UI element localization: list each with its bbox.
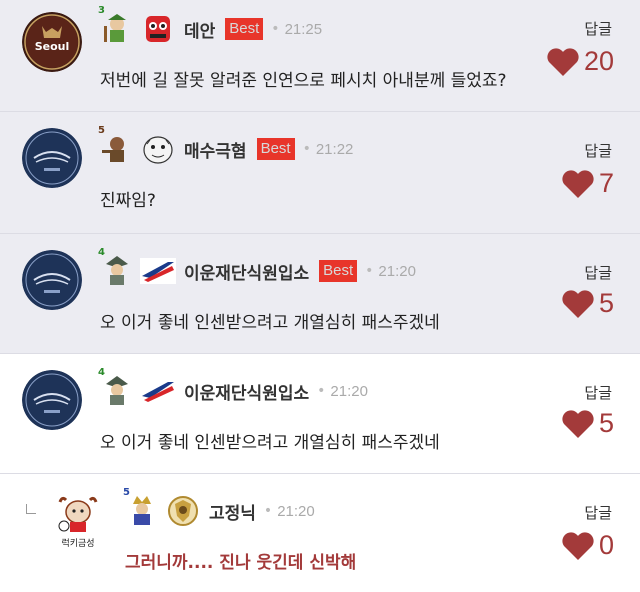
timestamp: 21:25 bbox=[284, 20, 323, 38]
like-count: 7 bbox=[598, 168, 614, 198]
heart-icon bbox=[562, 409, 594, 438]
team-emblem-icon bbox=[138, 132, 178, 166]
reply-button[interactable]: 답글 bbox=[584, 18, 612, 39]
timestamp: 21:20 bbox=[277, 502, 315, 520]
heart-icon bbox=[562, 289, 594, 318]
level-icon: 3 bbox=[98, 6, 134, 46]
avatar[interactable]: 럭키금성 bbox=[50, 494, 106, 550]
level-icon: 5 bbox=[123, 488, 159, 528]
reply-item: 럭키금성 5 고정닉 • 21:20 그러니까.... 진나 웃긴데 신박해 답… bbox=[0, 474, 640, 592]
comment-item: 4 이운재단식원입소 Best • 21:20 오 이거 좋네 인센받으려고 개… bbox=[0, 234, 640, 354]
nickname[interactable]: 데안 bbox=[184, 17, 215, 42]
avatar[interactable]: Seoul bbox=[22, 12, 82, 72]
separator-dot: • bbox=[271, 21, 280, 37]
reply-indicator-icon bbox=[26, 504, 36, 514]
like-button[interactable]: 7 bbox=[561, 168, 614, 199]
comment-text: 그러니까.... 진나 웃긴데 신박해 bbox=[125, 553, 357, 573]
like-count: 5 bbox=[598, 288, 614, 318]
comment-item: 5 매수극혐 Best • 21:22 진짜임? 답글 7 bbox=[0, 112, 640, 234]
timestamp: 21:20 bbox=[378, 262, 416, 280]
comment-text: 저번에 길 잘못 알려준 인연으로 페시치 아내분께 들었죠? bbox=[100, 71, 507, 91]
best-badge: Best bbox=[225, 18, 264, 40]
heart-icon bbox=[562, 531, 594, 560]
like-button[interactable]: 20 bbox=[546, 46, 614, 77]
reply-button[interactable]: 답글 bbox=[584, 140, 612, 161]
team-emblem-icon bbox=[163, 494, 203, 528]
nickname[interactable]: 매수극혐 bbox=[184, 137, 247, 162]
timestamp: 21:22 bbox=[315, 140, 354, 158]
separator-dot: • bbox=[317, 383, 326, 399]
level-number: 3 bbox=[98, 5, 105, 16]
separator-dot: • bbox=[365, 263, 374, 279]
separator-dot: • bbox=[302, 141, 311, 157]
like-button[interactable]: 5 bbox=[561, 288, 614, 319]
team-emblem-icon bbox=[138, 254, 178, 288]
heart-icon bbox=[562, 169, 594, 198]
reply-button[interactable]: 답글 bbox=[584, 382, 612, 403]
avatar[interactable] bbox=[22, 250, 82, 310]
avatar-label: Seoul bbox=[35, 40, 70, 53]
reply-button[interactable]: 답글 bbox=[584, 262, 612, 283]
comment-text: 오 이거 좋네 인센받으려고 개열심히 패스주겠네 bbox=[100, 313, 440, 333]
level-number: 5 bbox=[98, 125, 105, 136]
nickname[interactable]: 고정닉 bbox=[209, 499, 256, 524]
avatar[interactable] bbox=[22, 370, 82, 430]
avatar[interactable] bbox=[22, 128, 82, 188]
timestamp: 21:20 bbox=[330, 382, 368, 400]
team-emblem-icon bbox=[138, 12, 178, 46]
level-icon: 4 bbox=[98, 248, 134, 288]
comment-item: Seoul 3 데안 Best • 21:25 저번에 길 잘못 알려준 인연으… bbox=[0, 0, 640, 112]
like-button[interactable]: 5 bbox=[561, 408, 614, 439]
nickname[interactable]: 이운재단식원입소 bbox=[184, 259, 309, 284]
like-button[interactable]: 0 bbox=[561, 530, 614, 561]
level-number: 4 bbox=[98, 367, 105, 378]
comment-text: 진짜임? bbox=[100, 191, 156, 211]
level-number: 5 bbox=[123, 487, 130, 498]
level-icon: 5 bbox=[98, 126, 134, 166]
best-badge: Best bbox=[256, 138, 295, 160]
best-badge: Best bbox=[319, 260, 358, 282]
like-count: 5 bbox=[598, 408, 614, 438]
heart-icon bbox=[547, 47, 579, 76]
nickname[interactable]: 이운재단식원입소 bbox=[184, 379, 309, 404]
team-emblem-icon bbox=[138, 374, 178, 408]
level-number: 4 bbox=[98, 247, 105, 258]
like-count: 0 bbox=[598, 530, 614, 560]
reply-button[interactable]: 답글 bbox=[584, 502, 612, 523]
avatar-caption: 럭키금성 bbox=[61, 537, 94, 549]
separator-dot: • bbox=[263, 503, 273, 519]
level-icon: 4 bbox=[98, 368, 134, 408]
comment-text: 오 이거 좋네 인센받으려고 개열심히 패스주겠네 bbox=[100, 433, 440, 453]
comment-item: 4 이운재단식원입소 • 21:20 오 이거 좋네 인센받으려고 개열심히 패… bbox=[0, 354, 640, 474]
like-count: 20 bbox=[583, 46, 614, 76]
